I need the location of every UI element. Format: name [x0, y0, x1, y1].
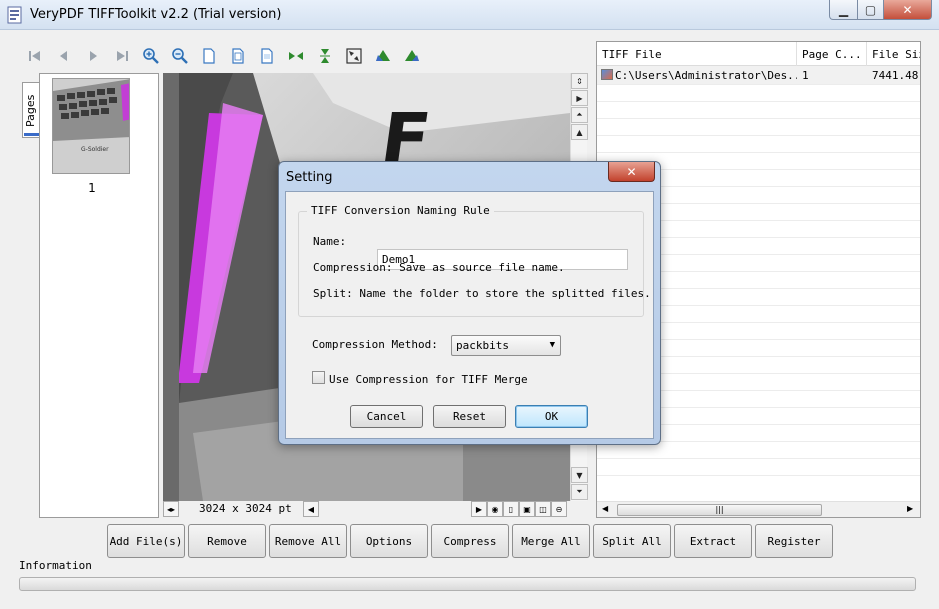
remove-button[interactable]: Remove: [188, 524, 266, 558]
group-title: TIFF Conversion Naming Rule: [307, 204, 494, 217]
page-view-icon[interactable]: ▣: [519, 501, 535, 517]
scroll-top-icon[interactable]: ⏶: [571, 107, 588, 123]
file-path-cell: C:\Users\Administrator\Des...: [597, 66, 797, 84]
scroll-up-icon[interactable]: ▲: [571, 124, 588, 140]
naming-rule-group: TIFF Conversion Naming Rule Name: Demo1_…: [298, 204, 651, 317]
dialog-title: Setting: [286, 170, 333, 185]
image-dimensions: 3024 x 3024 pt: [199, 502, 292, 515]
file-list-header: TIFF File Page C... File Siz: [597, 42, 920, 66]
maximize-button[interactable]: ▢: [857, 0, 884, 20]
view-mode-buttons: ▶ ◉ ▯ ▣ ◫ ⊖: [471, 501, 567, 517]
remove-all-button[interactable]: Remove All: [269, 524, 347, 558]
compression-method-label: Compression Method:: [312, 338, 438, 351]
title-bar: VeryPDF TIFFToolkit v2.2 (Trial version)…: [0, 0, 939, 30]
tiff-file-icon: [601, 69, 613, 80]
grid-line: [597, 84, 920, 85]
zoom-in-icon[interactable]: [136, 42, 165, 70]
rotate-left-icon[interactable]: [368, 42, 397, 70]
grid-line: [597, 118, 920, 119]
options-button[interactable]: Options: [350, 524, 428, 558]
register-button[interactable]: Register: [755, 524, 833, 558]
compress-button[interactable]: Compress: [431, 524, 509, 558]
add-files-button[interactable]: Add File(s): [107, 524, 185, 558]
grid-line: [597, 458, 920, 459]
grid-line: [597, 475, 920, 476]
single-page-icon[interactable]: ▯: [503, 501, 519, 517]
merge-compression-label: Use Compression for TIFF Merge: [329, 373, 528, 386]
merge-compression-checkbox[interactable]: [312, 371, 325, 384]
thumbnail-panel: G-Soldier 1: [39, 73, 159, 518]
dialog-body: TIFF Conversion Naming Rule Name: Demo1_…: [285, 191, 654, 439]
scroll-play-icon[interactable]: ▶: [571, 90, 588, 106]
flip-horizontal-icon[interactable]: [281, 42, 310, 70]
minimize-button[interactable]: ▁: [829, 0, 858, 20]
file-path: C:\Users\Administrator\Des...: [615, 69, 797, 82]
flip-vertical-icon[interactable]: [310, 42, 339, 70]
pages-tab-indicator: [24, 133, 39, 136]
page-count-cell: 1: [802, 69, 809, 82]
actual-size-icon[interactable]: [194, 42, 223, 70]
prev-page-icon[interactable]: [49, 42, 78, 70]
setting-dialog: Setting ✕ TIFF Conversion Naming Rule Na…: [278, 161, 661, 445]
maximize-icon: ▢: [864, 2, 877, 17]
scroll-thumb[interactable]: |||: [617, 504, 822, 516]
first-page-icon[interactable]: [20, 42, 49, 70]
thumbnail-caption: G-Soldier: [81, 146, 109, 153]
zoom-minus-icon[interactable]: ⊖: [551, 501, 567, 517]
column-tiff-file[interactable]: TIFF File: [597, 42, 797, 66]
reset-button[interactable]: Reset: [433, 405, 506, 428]
information-label: Information: [19, 559, 92, 572]
compression-note: Compression: Save as source file name.: [313, 261, 565, 274]
grid-line: [597, 152, 920, 153]
app-icon: [7, 6, 23, 24]
rotate-icon[interactable]: [339, 42, 368, 70]
minimize-icon: ▁: [838, 2, 849, 17]
pages-tab[interactable]: Pages: [22, 82, 40, 138]
next-page-icon[interactable]: [78, 42, 107, 70]
table-row[interactable]: C:\Users\Administrator\Des... 1 7441.48: [597, 66, 920, 84]
facing-pages-icon[interactable]: ◫: [535, 501, 551, 517]
rotate-right-icon[interactable]: [397, 42, 426, 70]
close-icon: ✕: [902, 2, 913, 17]
scroll-bottom-icon[interactable]: ⏷: [571, 484, 588, 500]
column-file-size[interactable]: File Siz: [867, 42, 920, 66]
zoom-center-icon[interactable]: ◉: [487, 501, 503, 517]
last-page-icon[interactable]: [107, 42, 136, 70]
thumbnail-page-number: 1: [88, 181, 96, 195]
zoom-out-icon[interactable]: [165, 42, 194, 70]
scroll-right-icon[interactable]: ▶: [907, 504, 913, 513]
split-all-button[interactable]: Split All: [593, 524, 671, 558]
column-page-count[interactable]: Page C...: [797, 42, 867, 66]
scroll-first-icon[interactable]: ⇕: [571, 73, 588, 89]
scroll-left-icon[interactable]: ◀: [602, 504, 608, 513]
close-button[interactable]: ✕: [883, 0, 932, 20]
compression-method-value: packbits: [456, 339, 509, 352]
scroll-down-icon[interactable]: ▼: [571, 467, 588, 483]
name-label: Name:: [313, 235, 347, 248]
list-horizontal-scrollbar[interactable]: ◀ ||| ▶: [597, 501, 920, 517]
progress-bar: [19, 577, 916, 591]
page-thumbnail[interactable]: G-Soldier: [52, 78, 130, 174]
dialog-close-button[interactable]: ✕: [608, 162, 655, 182]
extract-button[interactable]: Extract: [674, 524, 752, 558]
split-view-icon[interactable]: ◂▸: [163, 501, 179, 517]
window-title: VeryPDF TIFFToolkit v2.2 (Trial version): [30, 7, 282, 22]
merge-all-button[interactable]: Merge All: [512, 524, 590, 558]
toolbar: [20, 42, 426, 70]
split-note: Split: Name the folder to store the spli…: [313, 287, 651, 300]
file-size-cell: 7441.48: [872, 69, 919, 82]
grid-line: [597, 135, 920, 136]
compression-method-select[interactable]: packbits ▼: [451, 335, 561, 356]
fit-width-icon[interactable]: [223, 42, 252, 70]
pages-tab-label: Pages: [24, 94, 37, 127]
cancel-button[interactable]: Cancel: [350, 405, 423, 428]
grid-line: [597, 101, 920, 102]
chevron-down-icon: ▼: [549, 340, 555, 350]
viewer-status-bar: ◂▸ 3024 x 3024 pt ◀ ▶ ◉ ▯ ▣ ◫ ⊖: [163, 501, 587, 518]
scroll-left-icon[interactable]: ◀: [303, 501, 319, 517]
scroll-right-icon[interactable]: ▶: [471, 501, 487, 517]
fit-page-icon[interactable]: [252, 42, 281, 70]
ok-button[interactable]: OK: [515, 405, 588, 428]
close-icon: ✕: [626, 164, 637, 179]
